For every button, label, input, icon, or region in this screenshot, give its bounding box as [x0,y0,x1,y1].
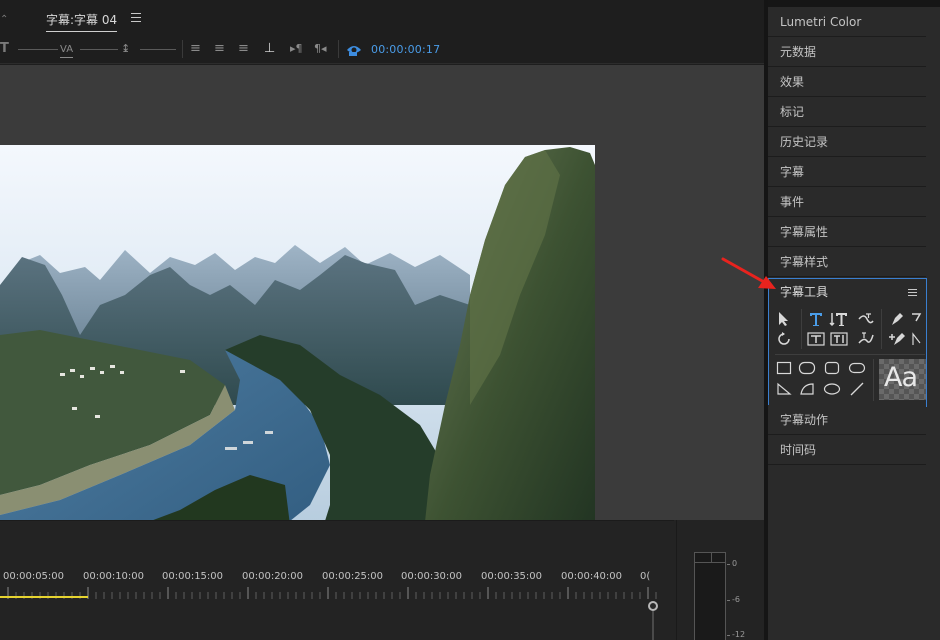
panel-item-title-properties[interactable]: 字幕属性 [768,217,926,247]
panel-item-timecode[interactable]: 时间码 [768,435,926,465]
style-preview-swatch[interactable]: Aa [879,359,926,400]
panel-item-events[interactable]: 事件 [768,187,926,217]
panel-menu-icon[interactable] [908,289,917,297]
align-right-icon[interactable]: ≡ [238,42,249,56]
panel-item-title-actions[interactable]: 字幕动作 [768,405,926,435]
title-editor-panel: ⌃ 字幕:字幕 04 T VA ↨ ≡ ≡ ≡ ⊥ ▸¶ ¶◂ 00:00:00… [0,0,764,520]
panel-item-history[interactable]: 历史记录 [768,127,926,157]
leading-slider[interactable] [140,49,176,50]
vertical-type-tool-icon[interactable] [829,310,849,328]
area-type-tool-icon[interactable] [806,330,826,348]
clipped-corner-rect-tool-icon[interactable] [822,359,842,377]
meter-tick [727,600,730,601]
wedge-tool-icon[interactable] [774,380,794,398]
ruler-timecode: 0( [640,571,651,582]
selection-tool-icon[interactable] [774,310,794,328]
title-tools-header[interactable]: 字幕工具 [769,279,926,305]
show-background-video-icon[interactable] [346,41,366,60]
meter-tick [727,564,730,565]
font-size-slider[interactable] [18,49,58,50]
type-tool-icon[interactable] [806,310,826,328]
style-preview-text: Aa [884,362,918,393]
ruler-timecode: 00:00:30:00 [401,571,463,582]
align-center-icon[interactable]: ≡ [214,42,225,56]
tab-stops-icon[interactable]: ⊥ [264,42,275,56]
panel-item-title-styles[interactable]: 字幕样式 [768,247,926,277]
pen-tool-icon[interactable] [887,310,907,328]
panel-item-lumetri-color[interactable]: Lumetri Color [768,7,926,37]
panel-item-captions[interactable]: 字幕 [768,157,926,187]
rounded-rect-tool-icon[interactable] [797,359,817,377]
tools-divider [873,359,874,401]
arc-tool-icon[interactable] [797,380,817,398]
vertical-path-type-tool-icon[interactable] [856,330,876,348]
tab-title[interactable]: 字幕:字幕 04 [46,11,118,32]
convert-anchor-tool-icon[interactable] [909,330,925,348]
current-timecode[interactable]: 00:00:00:17 [371,43,440,56]
paragraph-left-icon[interactable]: ▸¶ [290,42,303,56]
video-frame-image [0,145,595,520]
ruler-timecode: 00:00:20:00 [242,571,304,582]
tools-divider [801,309,802,349]
add-anchor-tool-icon[interactable] [887,330,907,348]
meter-label: -12 [732,630,746,639]
font-size-icon[interactable]: T [0,42,9,56]
meter-tick [727,635,730,636]
ruler-timecode: 00:00:40:00 [561,571,623,582]
leading-icon[interactable]: ↨ [121,42,130,56]
align-left-icon[interactable]: ≡ [190,42,201,56]
toolbar-divider [338,40,339,58]
ruler-timecode: 00:00:25:00 [322,571,384,582]
zoom-scroll-handle[interactable] [648,601,658,611]
ruler-timecode: 00:00:05:00 [3,571,65,582]
path-type-tool-icon[interactable] [856,310,876,328]
tools-divider [881,309,882,349]
title-canvas[interactable] [0,65,764,520]
panel-item-metadata[interactable]: 元数据 [768,37,926,67]
audio-meter-panel: 0 -6 -12 [676,520,764,640]
rotation-tool-icon[interactable] [774,330,794,348]
timeline-ruler[interactable] [0,587,660,601]
meter-peak-line [695,562,725,563]
ruler-timecode: 00:00:15:00 [162,571,224,582]
toolbar-divider [182,40,183,58]
work-area-bar[interactable] [0,596,88,598]
annotation-arrow-icon [721,257,776,289]
kerning-slider[interactable] [80,49,118,50]
timeline-panel[interactable]: 00:00:05:00 00:00:10:00 00:00:15:00 00:0… [0,520,674,640]
right-panel-stack: Lumetri Color 元数据 效果 标记 历史记录 字幕 事件 字幕属性 … [768,7,940,640]
ruler-timecode: 00:00:10:00 [83,571,145,582]
panel-item-effects[interactable]: 效果 [768,67,926,97]
rectangle-tool-icon[interactable] [774,359,794,377]
tab-fragment: ⌃ [0,14,9,25]
tab-menu-icon[interactable] [131,13,141,22]
meter-label: 0 [732,559,738,568]
tools-row-divider [775,354,925,355]
panel-item-markers[interactable]: 标记 [768,97,926,127]
vertical-area-type-tool-icon[interactable] [829,330,849,348]
ellipse-tool-icon[interactable] [822,380,842,398]
zoom-scroll-track[interactable] [652,611,654,640]
paragraph-right-icon[interactable]: ¶◂ [314,42,327,56]
rounded-corner-rect-tool-icon[interactable] [847,359,867,377]
audio-meter [694,552,726,640]
kerning-icon[interactable]: VA [60,43,74,58]
line-tool-icon[interactable] [847,380,867,398]
ruler-timecode: 00:00:35:00 [481,571,543,582]
title-tools-panel: 字幕工具 Aa [768,278,927,407]
meter-label: -6 [732,595,740,604]
delete-anchor-tool-icon[interactable] [909,310,925,328]
